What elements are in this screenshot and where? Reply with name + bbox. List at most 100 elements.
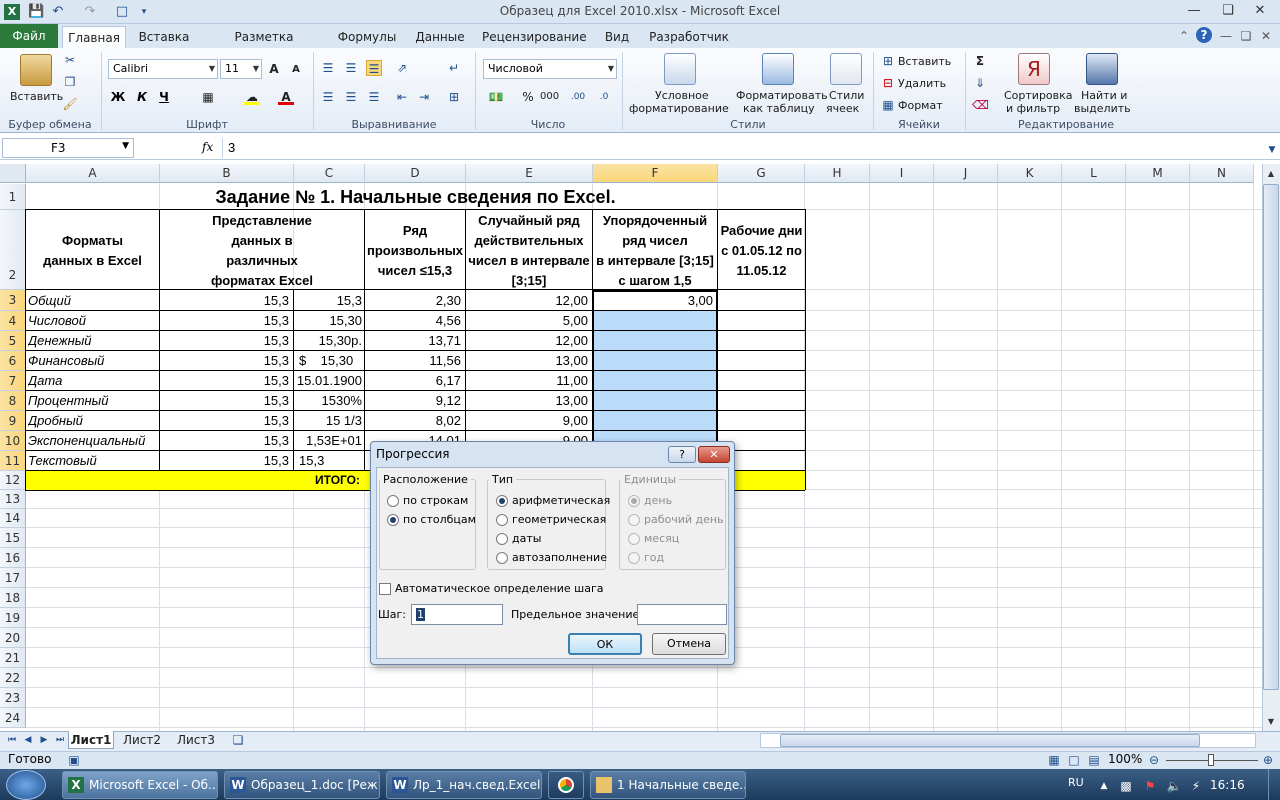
sort-filter-label[interactable]: Сортировка: [1004, 89, 1073, 102]
fill-icon[interactable]: ⇓: [972, 75, 988, 91]
radio-year-label[interactable]: год: [644, 551, 664, 564]
decrease-decimal-icon[interactable]: .0: [596, 89, 612, 105]
cell-value-c[interactable]: 1,53E+01: [294, 431, 364, 451]
taskbar-word-2[interactable]: Лр_1_нач.свед.Excel....: [386, 771, 542, 799]
clear-icon[interactable]: ⌫: [972, 97, 989, 113]
restore-button[interactable]: ❏: [1214, 0, 1242, 22]
cell-value-c[interactable]: 15,3: [294, 290, 364, 311]
tab-insert[interactable]: Вставка: [134, 26, 194, 48]
header-ordered-series[interactable]: Упорядоченный ряд чисел в интервале [3;15]…: [593, 211, 717, 291]
cell-format-name[interactable]: Текстовый: [28, 451, 158, 471]
header-random-series[interactable]: Случайный ряд действительных чисел в интер…: [466, 211, 592, 291]
format-cells-icon[interactable]: ▦: [880, 97, 896, 113]
start-button-icon[interactable]: [6, 770, 46, 800]
delete-cells-icon[interactable]: ⊟: [880, 75, 896, 91]
tab-developer[interactable]: Разработчик: [646, 26, 732, 48]
cell-value-e[interactable]: 5,00: [466, 311, 590, 331]
increase-indent-icon[interactable]: ⇥: [416, 89, 432, 105]
sheet-tab-3[interactable]: Лист3: [172, 731, 220, 749]
row-header-23[interactable]: 23: [0, 688, 26, 708]
format-painter-icon[interactable]: 🖌: [62, 96, 78, 112]
header-formats[interactable]: Форматы данных в Excel: [26, 231, 159, 271]
cell-value-b[interactable]: 15,3: [160, 391, 291, 411]
sheet-title[interactable]: Задание № 1. Начальные сведения по Excel…: [26, 184, 805, 210]
normal-view-icon[interactable]: ▦: [1046, 752, 1062, 768]
align-left-icon[interactable]: ☰: [320, 89, 336, 105]
show-desktop-button[interactable]: [1268, 769, 1280, 800]
tab-review[interactable]: Рецензирование: [482, 26, 587, 48]
tab-file[interactable]: Файл: [0, 24, 58, 48]
tab-data[interactable]: Данные: [410, 26, 470, 48]
currency-format-icon[interactable]: 💵: [488, 89, 504, 105]
radio-month[interactable]: [628, 533, 640, 545]
row-header-4[interactable]: 4: [0, 311, 26, 331]
radio-columns[interactable]: [387, 514, 399, 526]
cell-value-e[interactable]: 13,00: [466, 391, 590, 411]
cut-icon[interactable]: ✂: [62, 52, 78, 68]
cell-format-name[interactable]: Общий: [28, 290, 158, 311]
step-input[interactable]: 1: [411, 604, 503, 625]
cell-value-d[interactable]: 9,12: [365, 391, 463, 411]
sort-filter-icon[interactable]: Я: [1018, 53, 1050, 85]
align-middle-icon[interactable]: ☰: [343, 60, 359, 76]
shrink-font-icon[interactable]: A: [288, 62, 304, 78]
radio-day[interactable]: [628, 495, 640, 507]
insert-sheet-icon[interactable]: ❏: [230, 732, 246, 748]
cell-format-name[interactable]: Денежный: [28, 331, 158, 351]
sheet-tab-2[interactable]: Лист2: [118, 731, 166, 749]
column-header-C[interactable]: C: [294, 164, 365, 183]
format-cells-label[interactable]: Формат: [898, 99, 943, 112]
zoom-out-icon[interactable]: ⊖: [1146, 752, 1162, 768]
align-right-icon[interactable]: ☰: [366, 89, 382, 105]
cell-value-b[interactable]: 15,3: [160, 290, 291, 311]
radio-geometric-label[interactable]: геометрическая: [512, 513, 606, 526]
column-header-D[interactable]: D: [365, 164, 466, 183]
column-header-F[interactable]: F: [593, 164, 718, 183]
find-select-label[interactable]: Найти и: [1081, 89, 1127, 102]
radio-autofill[interactable]: [496, 552, 508, 564]
borders-icon[interactable]: ▦: [200, 89, 216, 105]
radio-columns-label[interactable]: по столбцам: [403, 513, 476, 526]
wrap-text-icon[interactable]: ↵: [446, 60, 462, 76]
power-icon[interactable]: ⚡: [1188, 778, 1204, 794]
insert-cells-icon[interactable]: ⊞: [880, 53, 896, 69]
flag-warning-icon[interactable]: ⚑: [1142, 778, 1158, 794]
radio-arithmetic[interactable]: [496, 495, 508, 507]
cell-value-f[interactable]: [593, 371, 715, 391]
column-header-B[interactable]: B: [160, 164, 294, 183]
find-select-label-2[interactable]: выделить: [1074, 102, 1131, 115]
cell-value-b[interactable]: 15,3: [160, 371, 291, 391]
format-as-table-icon[interactable]: [762, 53, 794, 85]
cell-value-b[interactable]: 15,3: [160, 451, 291, 471]
comma-style-icon[interactable]: 000: [540, 89, 559, 105]
row-header-11[interactable]: 11: [0, 451, 26, 471]
header-arbitrary-series[interactable]: Ряд произвольных чисел ≤15,3: [365, 221, 465, 281]
auto-step-checkbox[interactable]: [379, 583, 391, 595]
ok-button[interactable]: ОК: [568, 633, 642, 655]
cell-value-b[interactable]: 15,3: [160, 331, 291, 351]
horizontal-scroll-thumb[interactable]: [780, 734, 1200, 747]
row-header-6[interactable]: 6: [0, 351, 26, 371]
cell-value-c[interactable]: 15,30: [294, 311, 364, 331]
cell-value-f[interactable]: 3,00: [593, 290, 715, 311]
delete-cells-label[interactable]: Удалить: [898, 77, 946, 90]
find-select-icon[interactable]: [1086, 53, 1118, 85]
scroll-up-icon[interactable]: ▲: [1263, 166, 1279, 182]
cell-value-c[interactable]: 15.01.1900: [294, 371, 364, 391]
cell-value-b[interactable]: 15,3: [160, 431, 291, 451]
cell-styles-icon[interactable]: [830, 53, 862, 85]
cell-format-name[interactable]: Финансовый: [28, 351, 158, 371]
row-header-12[interactable]: 12: [0, 471, 26, 490]
taskbar-folder[interactable]: 1 Начальные сведе...: [590, 771, 746, 799]
fill-color-icon[interactable]: ☁: [244, 89, 260, 105]
row-header-18[interactable]: 18: [0, 588, 26, 608]
row-header-7[interactable]: 7: [0, 371, 26, 391]
cell-value-c[interactable]: $ 15,30: [294, 351, 364, 371]
tray-expand-icon[interactable]: ▲: [1096, 778, 1112, 794]
align-bottom-icon[interactable]: ☰: [366, 60, 382, 76]
tab-view[interactable]: Вид: [598, 26, 636, 48]
font-color-icon[interactable]: A: [278, 89, 294, 105]
font-size-combo[interactable]: 11 ▼: [220, 59, 262, 79]
scroll-down-icon[interactable]: ▼: [1263, 714, 1279, 730]
cell-styles-label-2[interactable]: ячеек: [826, 102, 859, 115]
